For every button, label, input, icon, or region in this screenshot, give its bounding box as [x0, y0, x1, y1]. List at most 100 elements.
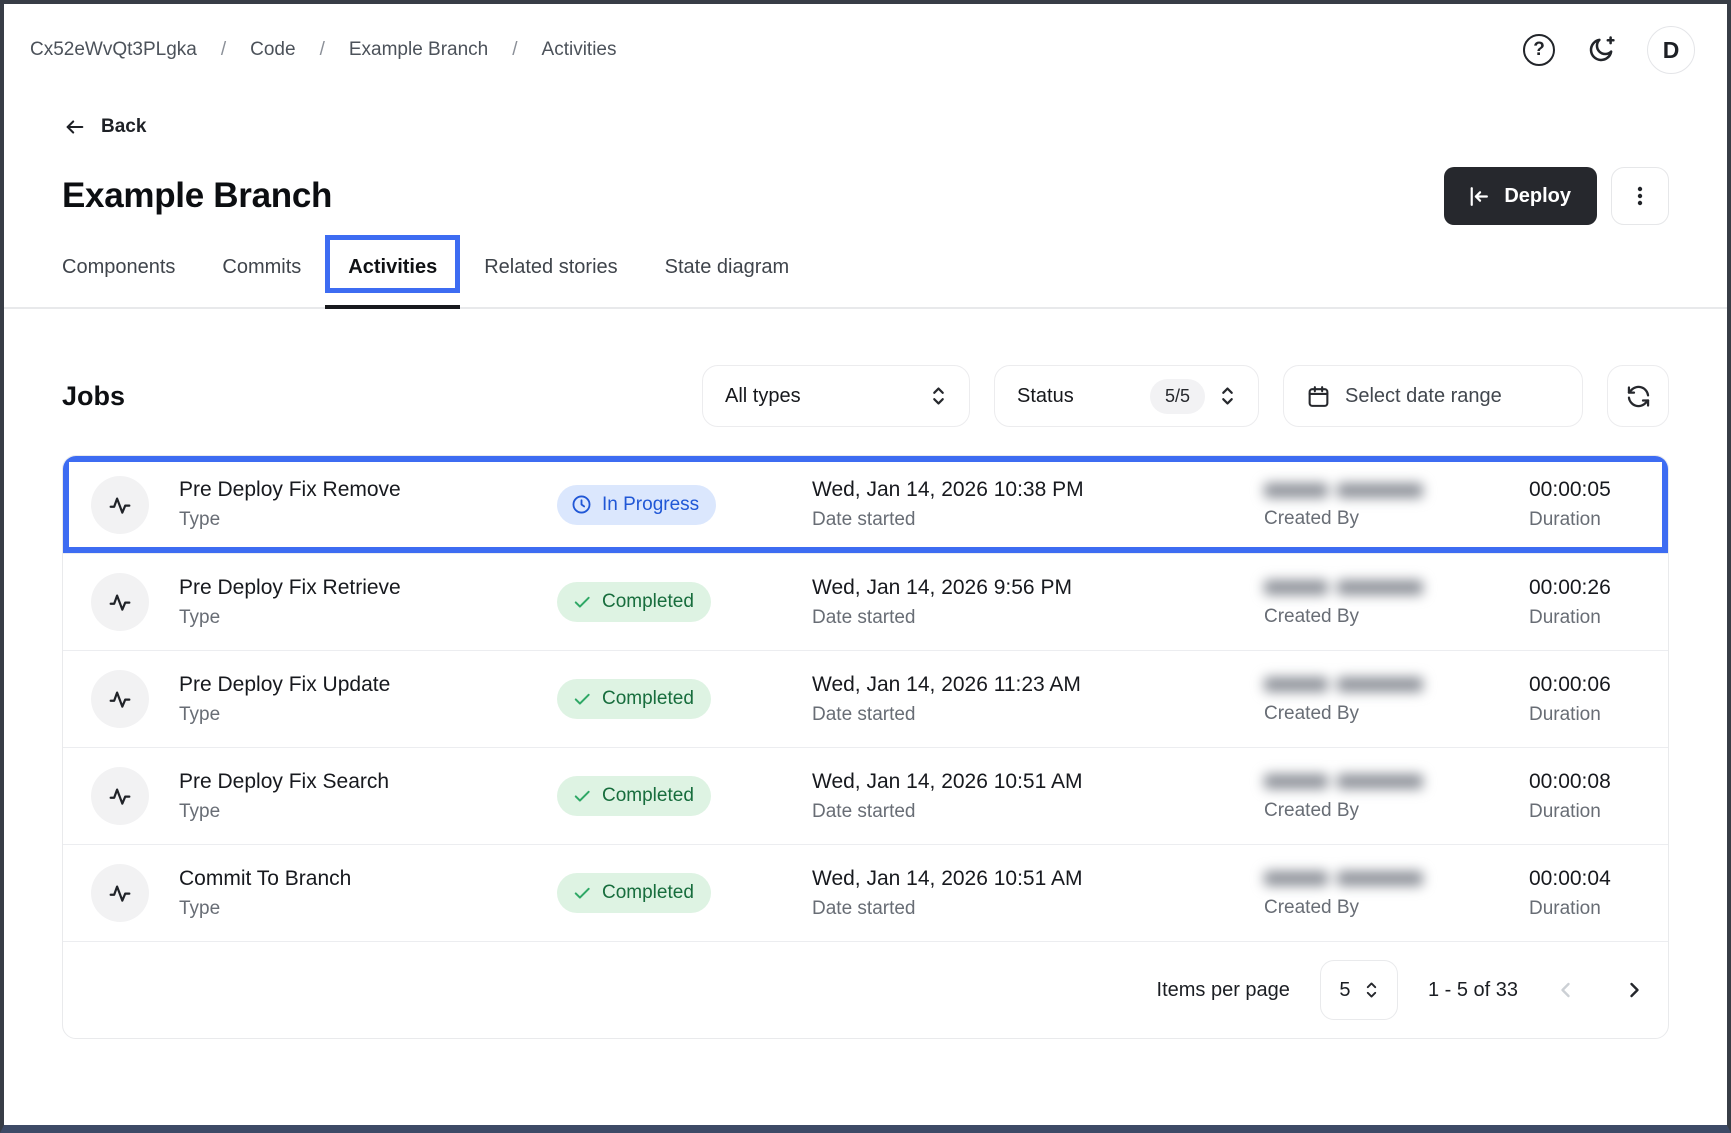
table-row[interactable]: Pre Deploy Fix Update Type Completed Wed,…: [63, 650, 1668, 747]
table-row[interactable]: Pre Deploy Fix Retrieve Type Completed We…: [63, 553, 1668, 650]
back-label: Back: [101, 116, 146, 138]
date-started-value: Wed, Jan 14, 2026 10:51 AM: [812, 770, 1264, 794]
job-type-label: Type: [179, 898, 557, 920]
tab-activities[interactable]: Activities: [348, 235, 437, 307]
check-icon: [572, 786, 592, 806]
activity-icon: [106, 782, 134, 810]
created-by-redacted-value: [1264, 868, 1529, 890]
date-started-value: Wed, Jan 14, 2026 10:51 AM: [812, 867, 1264, 891]
tabs-bar: Components Commits Activities Related st…: [4, 235, 1727, 309]
tab-related-stories[interactable]: Related stories: [484, 235, 617, 307]
duration-value: 00:00:26: [1529, 576, 1640, 600]
job-type-label: Type: [179, 704, 557, 726]
created-by-redacted-value: [1264, 577, 1529, 599]
items-per-page-label: Items per page: [1157, 979, 1290, 1002]
back-button[interactable]: Back: [62, 116, 146, 138]
job-name: Pre Deploy Fix Retrieve: [179, 576, 557, 600]
date-started-label: Date started: [812, 704, 1264, 726]
dark-mode-moon-icon: [1585, 34, 1617, 66]
tab-commits[interactable]: Commits: [222, 235, 301, 307]
items-per-page-value: 5: [1339, 979, 1350, 1002]
status-label: Completed: [602, 882, 694, 904]
tab-state-diagram[interactable]: State diagram: [665, 235, 790, 307]
dark-mode-button[interactable]: [1585, 34, 1617, 66]
chevron-right-icon: [1622, 978, 1646, 1002]
jobs-table: Pre Deploy Fix RemoveType In Progress We…: [62, 455, 1669, 1039]
tab-components[interactable]: Components: [62, 235, 175, 307]
table-row[interactable]: Pre Deploy Fix SearchType Completed Wed,…: [63, 747, 1668, 844]
status-badge: Completed: [557, 679, 711, 719]
app-window: Cx52eWvQt3PLgka / Code / Example Branch …: [0, 0, 1731, 1133]
updown-chevrons-icon: [1364, 978, 1379, 1002]
date-range-picker[interactable]: Select date range: [1283, 365, 1583, 427]
type-filter-dropdown[interactable]: All types: [702, 365, 970, 427]
duration-value: 00:00:08: [1529, 770, 1640, 794]
chevron-left-icon: [1554, 978, 1578, 1002]
date-started-value: Wed, Jan 14, 2026 11:23 AM: [812, 673, 1264, 697]
topbar: Cx52eWvQt3PLgka / Code / Example Branch …: [4, 4, 1727, 96]
status-badge: Completed: [557, 776, 711, 816]
breadcrumb-separator: /: [320, 39, 325, 61]
activity-icon: [106, 685, 134, 713]
status-label: In Progress: [602, 494, 699, 516]
created-by-label: Created By: [1264, 800, 1529, 822]
date-started-label: Date started: [812, 898, 1264, 920]
status-count-badge: 5/5: [1150, 379, 1205, 414]
job-name: Commit To Branch: [179, 867, 557, 891]
back-arrow-icon: [62, 116, 88, 138]
created-by-label: Created By: [1264, 703, 1529, 725]
breadcrumb-separator: /: [512, 39, 517, 61]
duration-label: Duration: [1529, 607, 1640, 629]
table-row[interactable]: Pre Deploy Fix RemoveType In Progress We…: [63, 456, 1668, 553]
breadcrumb-branch[interactable]: Example Branch: [349, 39, 488, 61]
check-icon: [572, 592, 592, 612]
created-by-label: Created By: [1264, 606, 1529, 628]
activity-icon: [106, 491, 134, 519]
status-badge: In Progress: [557, 485, 716, 525]
help-icon: ?: [1523, 34, 1555, 66]
breadcrumb: Cx52eWvQt3PLgka / Code / Example Branch …: [30, 39, 617, 61]
kebab-menu-icon: [1628, 184, 1652, 208]
status-label: Completed: [602, 688, 694, 710]
date-started-label: Date started: [812, 607, 1264, 629]
duration-label: Duration: [1529, 898, 1640, 920]
status-filter-dropdown[interactable]: Status 5/5: [994, 365, 1259, 427]
date-started-label: Date started: [812, 509, 1264, 531]
created-by-redacted-value: [1264, 674, 1529, 696]
breadcrumb-project[interactable]: Cx52eWvQt3PLgka: [30, 39, 197, 61]
job-name: Pre Deploy Fix Search: [179, 770, 557, 794]
page-title: Example Branch: [62, 176, 332, 216]
activity-icon: [106, 588, 134, 616]
refresh-button[interactable]: [1607, 365, 1669, 427]
date-started-label: Date started: [812, 801, 1264, 823]
previous-page-button[interactable]: [1554, 978, 1578, 1002]
status-badge: Completed: [557, 582, 711, 622]
breadcrumb-activities[interactable]: Activities: [542, 39, 617, 61]
clock-icon: [571, 494, 592, 515]
duration-label: Duration: [1529, 704, 1640, 726]
duration-label: Duration: [1529, 801, 1640, 823]
job-type-label: Type: [179, 509, 557, 531]
status-badge: Completed: [557, 873, 711, 913]
help-button[interactable]: ?: [1523, 34, 1555, 66]
date-started-value: Wed, Jan 14, 2026 9:56 PM: [812, 576, 1264, 600]
deploy-button[interactable]: Deploy: [1444, 167, 1597, 225]
items-per-page-select[interactable]: 5: [1320, 960, 1398, 1020]
more-actions-button[interactable]: [1611, 167, 1669, 225]
activity-icon: [106, 879, 134, 907]
job-type-label: Type: [179, 607, 557, 629]
table-row[interactable]: Commit To Branch Type Completed Wed, Jan …: [63, 844, 1668, 941]
refresh-icon: [1625, 383, 1652, 410]
check-icon: [572, 689, 592, 709]
job-name: Pre Deploy Fix Update: [179, 673, 557, 697]
status-label: Completed: [602, 785, 694, 807]
updown-chevrons-icon: [1219, 383, 1236, 409]
pagination-range: 1 - 5 of 33: [1428, 979, 1518, 1002]
avatar[interactable]: D: [1647, 26, 1695, 74]
date-started-value: Wed, Jan 14, 2026 10:38 PM: [812, 478, 1264, 502]
next-page-button[interactable]: [1622, 978, 1646, 1002]
breadcrumb-code[interactable]: Code: [250, 39, 295, 61]
type-filter-value: All types: [725, 385, 916, 408]
created-by-redacted-value: [1264, 771, 1529, 793]
status-label: Completed: [602, 591, 694, 613]
